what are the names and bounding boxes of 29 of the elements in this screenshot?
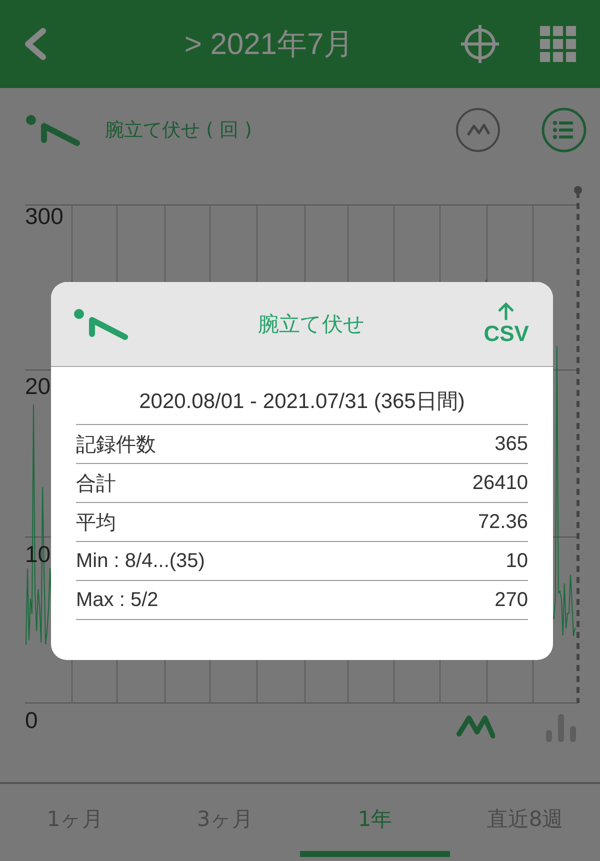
stat-label: 記録件数: [76, 432, 156, 458]
pushup-icon: [73, 308, 129, 340]
list-icon[interactable]: [541, 107, 587, 153]
csv-export-button[interactable]: CSV: [484, 301, 529, 347]
stat-value: 26410: [472, 472, 528, 494]
axis-label: 20: [25, 373, 51, 399]
axis-label: 0: [25, 707, 38, 733]
line-chart-icon[interactable]: [455, 107, 501, 153]
grid-icon[interactable]: [540, 26, 576, 62]
stat-value: 270: [494, 588, 528, 612]
axis-label: 300: [25, 203, 64, 229]
dialog-title: 腕立て伏せ: [256, 311, 366, 338]
upload-arrow-icon: [496, 301, 516, 321]
back-button[interactable]: [22, 27, 48, 61]
stat-label: Max : 5/2: [76, 588, 158, 612]
stat-value: 10: [506, 550, 528, 572]
stat-label: 平均: [76, 510, 116, 536]
stat-label: 合計: [76, 472, 116, 496]
pushup-icon: [25, 114, 81, 146]
exercise-label: 腕立て伏せ ( 回 ): [105, 118, 252, 143]
stat-value: 72.36: [478, 510, 528, 534]
cursor-handle[interactable]: [574, 186, 582, 194]
cursor-line[interactable]: [576, 192, 580, 703]
period-text: 2020.08/01 - 2021.07/31 (365日間): [138, 389, 466, 415]
header-title[interactable]: > 2021年7月: [48, 24, 420, 64]
stat-value: 365: [494, 432, 528, 456]
period-tab[interactable]: 1年: [300, 784, 450, 857]
stat-label: Min : 8/4...(35): [76, 550, 205, 572]
crosshair-icon[interactable]: [460, 24, 500, 64]
